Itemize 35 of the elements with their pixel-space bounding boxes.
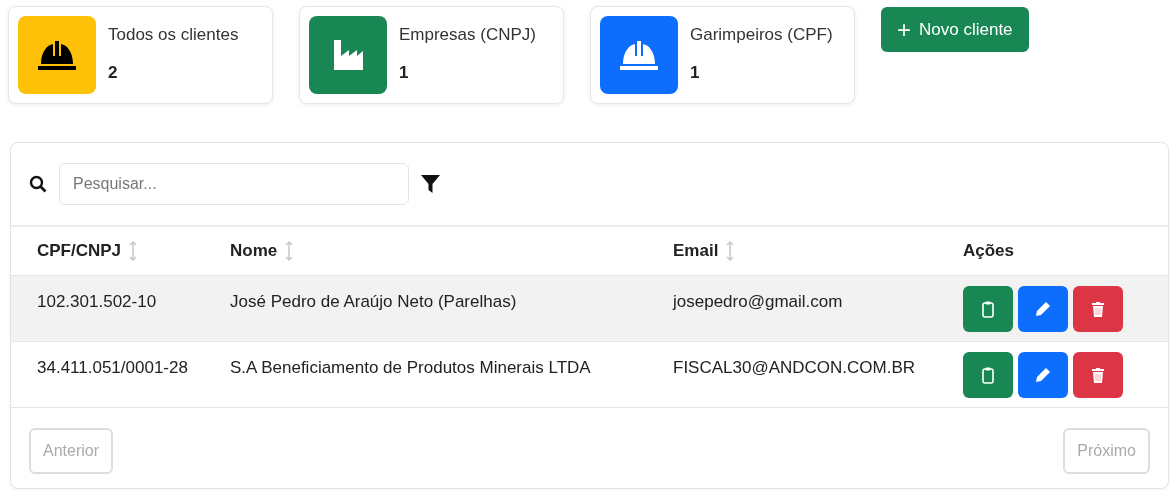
column-header[interactable]: CPF/CNPJ <box>37 241 122 261</box>
column-header: Ações <box>963 241 1015 261</box>
edit-button[interactable] <box>1018 352 1068 398</box>
filter-icon[interactable] <box>421 174 440 194</box>
column-header[interactable]: Email <box>673 241 719 261</box>
edit-button[interactable] <box>1018 286 1068 332</box>
clipboard-icon <box>982 300 994 318</box>
factory-icon <box>331 38 365 72</box>
stat-count: 1 <box>399 63 410 83</box>
pencil-icon <box>1035 301 1051 317</box>
table-cell: josepedro@gmail.com <box>673 292 843 311</box>
stat-label: Garimpeiros (CPF) <box>690 25 833 45</box>
search-icon <box>29 175 47 193</box>
helmet-icon <box>37 38 77 72</box>
helmet-icon <box>619 38 659 72</box>
stat-label: Todos os clientes <box>108 25 239 45</box>
new-client-button[interactable]: + Novo cliente <box>881 7 1029 52</box>
delete-button[interactable] <box>1073 352 1123 398</box>
trash-icon <box>1091 367 1105 383</box>
stat-count: 1 <box>690 63 701 83</box>
pencil-icon <box>1035 367 1051 383</box>
clipboard-button[interactable] <box>963 352 1013 398</box>
table-cell: FISCAL30@ANDCON.COM.BR <box>673 358 916 377</box>
delete-button[interactable] <box>1073 286 1123 332</box>
table-cell: S.A Beneficiamento de Produtos Minerais LTDA <box>230 358 591 377</box>
clipboard-icon <box>982 366 994 384</box>
clipboard-button[interactable] <box>963 286 1013 332</box>
search-field[interactable]: Pesquisar... <box>59 163 409 205</box>
column-header[interactable]: Nome <box>230 241 278 261</box>
table-cell: José Pedro de Araújo Neto (Parelhas) <box>230 292 517 311</box>
table-cell: 102.301.502-10 <box>37 292 157 311</box>
stat-label: Empresas (CNPJ) <box>399 25 536 45</box>
table-cell: 34.411.051/0001-28 <box>37 358 188 377</box>
trash-icon <box>1091 301 1105 317</box>
stat-count: 2 <box>108 63 119 83</box>
